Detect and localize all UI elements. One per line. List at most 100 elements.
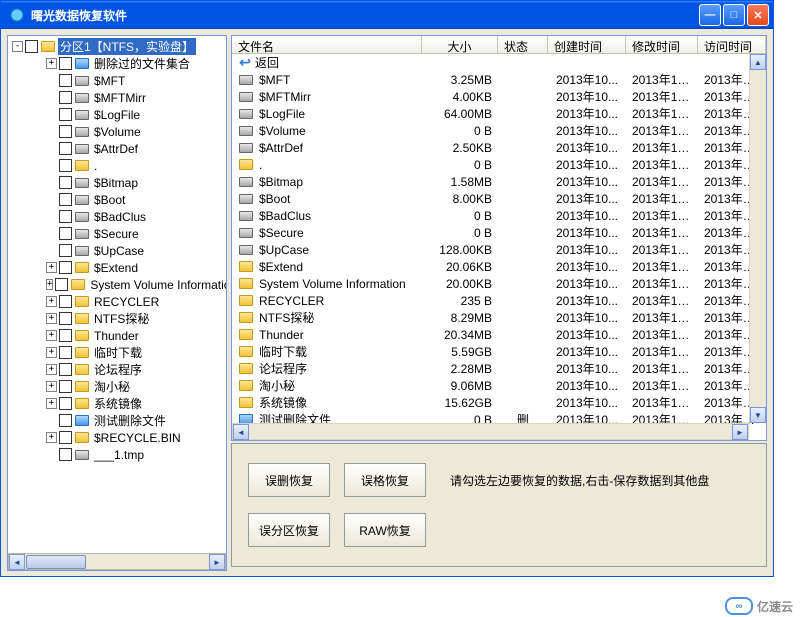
tree-item[interactable]: ___1.tmp [46,446,224,463]
column-filename[interactable]: 文件名 [232,36,422,53]
tree-node-label[interactable]: $Bitmap [92,176,140,190]
minimize-button[interactable]: — [699,4,721,26]
tree-checkbox[interactable] [59,244,72,257]
tree-node-label[interactable]: System Volume Information [88,278,227,292]
delete-recover-button[interactable]: 误删恢复 [248,463,330,497]
expander-icon[interactable]: + [46,279,53,290]
list-row[interactable]: $Extend20.06KB2013年10...2013年10...2013年1… [232,258,766,275]
tree-node-label[interactable]: $Volume [92,125,143,139]
list-row-return[interactable]: ↩返回 [232,54,766,71]
tree-node-label[interactable]: 分区1【NTFS，实验盘】 [58,38,196,55]
list-row[interactable]: Thunder20.34MB2013年10...2013年10...2013年1… [232,326,766,343]
tree-checkbox[interactable] [59,125,72,138]
tree-item[interactable]: +系统镜像 [46,395,224,412]
list-row[interactable]: NTFS探秘8.29MB2013年10...2013年10...2013年10.… [232,309,766,326]
tree-checkbox[interactable] [55,278,68,291]
tree-item[interactable]: $Secure [46,225,224,242]
tree-checkbox[interactable] [59,74,72,87]
list-row[interactable]: $BadClus0 B2013年10...2013年10...2013年10..… [232,207,766,224]
tree-item[interactable]: $Volume [46,123,224,140]
tree-node-label[interactable]: 测试删除文件 [92,412,168,429]
format-recover-button[interactable]: 误格恢复 [344,463,426,497]
tree-node-label[interactable]: $MFT [92,74,127,88]
tree-checkbox[interactable] [59,295,72,308]
list-row[interactable]: $AttrDef2.50KB2013年10...2013年10...2013年1… [232,139,766,156]
list-row[interactable]: 临时下载5.59GB2013年10...2013年10...2013年10... [232,343,766,360]
list-row[interactable]: $UpCase128.00KB2013年10...2013年10...2013年… [232,241,766,258]
tree-checkbox[interactable] [59,261,72,274]
tree-checkbox[interactable] [59,142,72,155]
scroll-thumb[interactable] [26,555,86,569]
list-row[interactable]: System Volume Information20.00KB2013年10.… [232,275,766,292]
tree-node-label[interactable]: $Boot [92,193,127,207]
close-button[interactable]: ✕ [747,4,769,26]
tree-node-label[interactable]: $MFTMirr [92,91,148,105]
list-row[interactable]: 论坛程序2.28MB2013年10...2013年10...2013年10... [232,360,766,377]
tree-node-label[interactable]: $LogFile [92,108,142,122]
column-size[interactable]: 大小 [422,36,498,53]
tree-node-label[interactable]: $Extend [92,261,140,275]
expander-icon[interactable]: + [46,330,57,341]
scroll-up-button[interactable]: ▲ [750,54,766,70]
tree-node-label[interactable]: $RECYCLE.BIN [92,431,183,445]
tree-checkbox[interactable] [59,159,72,172]
column-mtime[interactable]: 修改时间 [626,36,698,53]
list-row[interactable]: $MFT3.25MB2013年10...2013年10...2013年10... [232,71,766,88]
tree-item[interactable]: . [46,157,224,174]
expander-icon[interactable]: + [46,58,57,69]
tree-node-label[interactable]: 淘小秘 [92,378,132,395]
tree-node-label[interactable]: 删除过的文件集合 [92,55,192,72]
tree-root[interactable]: -分区1【NTFS，实验盘】 [12,38,224,55]
tree-node-label[interactable]: $BadClus [92,210,148,224]
tree-checkbox[interactable] [59,329,72,342]
tree-item[interactable]: $MFTMirr [46,89,224,106]
tree-item[interactable]: +论坛程序 [46,361,224,378]
tree-checkbox[interactable] [59,210,72,223]
tree-checkbox[interactable] [59,380,72,393]
maximize-button[interactable]: □ [723,4,745,26]
list-row[interactable]: .0 B2013年10...2013年10...2013年10... [232,156,766,173]
list-row[interactable]: $Volume0 B2013年10...2013年10...2013年10... [232,122,766,139]
tree-item[interactable]: $BadClus [46,208,224,225]
tree-checkbox[interactable] [59,363,72,376]
tree-item[interactable]: +Thunder [46,327,224,344]
tree-panel[interactable]: -分区1【NTFS，实验盘】 + 删除过的文件集合 $MFT $MFTMirr $LogF… [7,35,227,571]
tree-item[interactable]: +RECYCLER [46,293,224,310]
scroll-down-button[interactable]: ▼ [750,407,766,423]
expander-icon[interactable]: + [46,432,57,443]
expander-icon[interactable]: + [46,296,57,307]
tree-node-label[interactable]: . [92,159,99,173]
list-row[interactable]: $LogFile64.00MB2013年10...2013年10...2013年… [232,105,766,122]
list-row[interactable]: 淘小秘9.06MB2013年10...2013年10...2013年10... [232,377,766,394]
tree-node-label[interactable]: NTFS探秘 [92,310,151,327]
tree-checkbox[interactable] [59,414,72,427]
expander-icon[interactable]: + [46,398,57,409]
expander-icon[interactable]: + [46,347,57,358]
scroll-left-button[interactable]: ◄ [233,424,249,440]
tree-checkbox[interactable] [59,346,72,359]
tree-item[interactable]: + 临时下载 [46,344,224,361]
tree-item[interactable]: + System Volume Information [46,276,224,293]
raw-recover-button[interactable]: RAW恢复 [344,513,426,547]
list-row[interactable]: $Secure0 B2013年10...2013年10...2013年10... [232,224,766,241]
list-row[interactable]: $MFTMirr4.00KB2013年10...2013年10...2013年1… [232,88,766,105]
tree-node-label[interactable]: 论坛程序 [92,361,144,378]
tree-checkbox[interactable] [59,176,72,189]
list-row[interactable]: $Boot8.00KB2013年10...2013年10...2013年10..… [232,190,766,207]
tree-item[interactable]: 测试删除文件 [46,412,224,429]
scroll-right-button[interactable]: ► [732,424,748,440]
tree-checkbox[interactable] [59,227,72,240]
tree-checkbox[interactable] [59,108,72,121]
tree-node-label[interactable]: 临时下载 [92,344,144,361]
tree-checkbox[interactable] [59,57,72,70]
scroll-right-button[interactable]: ► [209,554,225,570]
tree-checkbox[interactable] [59,397,72,410]
tree-node-label[interactable]: $UpCase [92,244,146,258]
vertical-scrollbar[interactable]: ▲ ▼ [749,54,766,423]
expander-icon[interactable]: + [46,262,57,273]
tree-item[interactable]: $AttrDef [46,140,224,157]
tree-item[interactable]: $Bitmap [46,174,224,191]
expander-icon[interactable]: + [46,381,57,392]
tree-checkbox[interactable] [25,40,38,53]
expander-icon[interactable]: + [46,313,57,324]
